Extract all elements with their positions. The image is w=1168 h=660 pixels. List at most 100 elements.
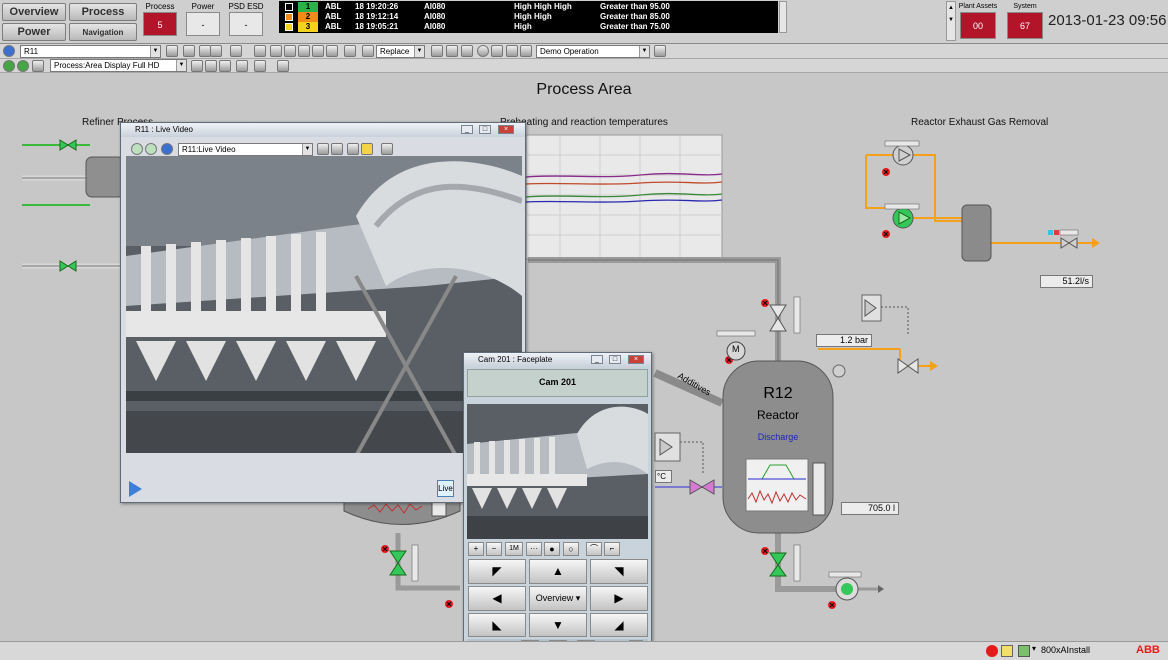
alarm-list-scrollbar[interactable] xyxy=(779,1,787,33)
process-alarm-indicator[interactable]: Process 5 xyxy=(139,1,181,43)
level-readout[interactable]: 705.0 l xyxy=(841,502,899,515)
back-arrow-icon[interactable] xyxy=(131,143,143,155)
object-icon[interactable] xyxy=(161,143,173,155)
object-icon[interactable] xyxy=(3,45,15,57)
pan-right-icon[interactable]: ▶ xyxy=(590,586,648,611)
close-icon[interactable]: × xyxy=(628,355,644,364)
help-icon[interactable] xyxy=(477,45,489,57)
video-display-combo[interactable]: R11:Live Video ▼ xyxy=(178,143,313,156)
pressure-readout[interactable]: 1.2 bar xyxy=(816,334,872,347)
alarm-status-icon[interactable] xyxy=(986,645,998,657)
pin-icon[interactable] xyxy=(277,60,289,72)
user-icon[interactable] xyxy=(1018,645,1030,657)
pan-down-right-icon[interactable]: ◢ xyxy=(590,613,648,637)
scroll-up-icon[interactable]: ▲ xyxy=(948,5,954,11)
back-icon[interactable] xyxy=(166,45,178,57)
link-icon[interactable] xyxy=(219,60,231,72)
ack-checkbox[interactable] xyxy=(285,13,293,21)
pan-down-left-icon[interactable]: ◣ xyxy=(468,613,526,637)
folder-icon[interactable] xyxy=(361,143,373,155)
go-icon[interactable] xyxy=(654,45,666,57)
forward-arrow-icon[interactable] xyxy=(17,60,29,72)
grid2-icon[interactable] xyxy=(270,45,282,57)
maximize-icon[interactable]: □ xyxy=(479,125,491,134)
zoom-out-icon[interactable]: − xyxy=(486,542,502,556)
ack-checkbox[interactable] xyxy=(285,3,293,11)
flow-readout[interactable]: 51.2l/s xyxy=(1040,275,1093,288)
plant-assets-indicator[interactable]: Plant Assets 00 xyxy=(957,1,999,43)
zoom-1m-button[interactable]: 1M xyxy=(505,542,523,556)
dropdown-arrow-icon[interactable]: ▾ xyxy=(1032,644,1036,653)
pan-down-icon[interactable]: ▼ xyxy=(529,613,587,637)
grid-icon[interactable] xyxy=(183,45,195,57)
status-scroll[interactable]: ▲ ▼ xyxy=(946,1,956,41)
pan-up-icon[interactable]: ▲ xyxy=(529,559,587,584)
ellipsis-icon[interactable]: ··· xyxy=(526,542,542,556)
pan-left-icon[interactable]: ◀ xyxy=(468,586,526,611)
trend-icon[interactable] xyxy=(284,45,296,57)
iris-close-icon[interactable]: ○ xyxy=(563,542,579,556)
alarm-icon[interactable] xyxy=(344,45,356,57)
list-icon[interactable] xyxy=(312,45,324,57)
temp-unit-readout[interactable]: °C xyxy=(655,470,672,483)
power-button[interactable]: Power xyxy=(2,23,66,41)
power-alarm-indicator[interactable]: Power - xyxy=(182,1,224,43)
scroll-down-icon[interactable]: ▼ xyxy=(948,17,954,23)
minimize-icon[interactable]: _ xyxy=(461,125,473,134)
live-button[interactable]: Live xyxy=(437,480,454,497)
reactor-discharge[interactable]: Discharge xyxy=(723,432,833,442)
back-arrow-icon[interactable] xyxy=(3,60,15,72)
bookmark-icon[interactable] xyxy=(191,60,203,72)
focus-icon[interactable]: ⌒ xyxy=(586,542,602,556)
edit-icon[interactable] xyxy=(317,143,329,155)
tools-icon[interactable] xyxy=(362,45,374,57)
window-titlebar[interactable]: Cam 201 : Faceplate xyxy=(464,353,651,367)
minimize-icon[interactable]: _ xyxy=(591,355,603,364)
forward-arrow-icon[interactable] xyxy=(145,143,157,155)
camera-icon[interactable] xyxy=(381,143,393,155)
pan-up-right-icon[interactable]: ◥ xyxy=(590,559,648,584)
process-button[interactable]: Process xyxy=(69,3,137,21)
faceplate-icon[interactable] xyxy=(326,45,338,57)
system-indicator[interactable]: System 67 xyxy=(1004,1,1046,43)
camera-icon[interactable] xyxy=(520,45,532,57)
navigation-display-button[interactable]: Navigation Display xyxy=(69,23,137,54)
display-combo[interactable]: Process:Area Display Full HD ▼ xyxy=(50,59,187,72)
zoom-in-icon[interactable]: + xyxy=(468,542,484,556)
print-icon[interactable] xyxy=(446,45,458,57)
link-icon[interactable] xyxy=(331,143,343,155)
alarm-row[interactable]: 3 ABL 18 19:05:21 AI080 High Greater tha… xyxy=(279,22,778,32)
info-icon[interactable] xyxy=(347,143,359,155)
psd-esd-alarm-indicator[interactable]: PSD ESD - xyxy=(225,1,267,43)
alarm-row[interactable]: 1 ABL 18 19:20:26 AI080 High High High G… xyxy=(279,2,778,12)
note-icon[interactable] xyxy=(1001,645,1013,657)
search-icon[interactable] xyxy=(254,45,266,57)
wiper-icon[interactable]: ⌐ xyxy=(604,542,620,556)
table-icon[interactable] xyxy=(298,45,310,57)
window-select-icon[interactable] xyxy=(254,60,266,72)
image-icon[interactable] xyxy=(210,45,222,57)
overview-button[interactable]: Overview xyxy=(2,3,66,21)
reactor-tag[interactable]: R12 xyxy=(723,385,833,403)
play-icon[interactable] xyxy=(129,481,142,497)
ack-checkbox[interactable] xyxy=(285,23,293,31)
layout-icon[interactable] xyxy=(491,45,503,57)
iris-open-icon[interactable]: ● xyxy=(544,542,560,556)
alarm-list[interactable]: 1 ABL 18 19:20:26 AI080 High High High G… xyxy=(279,1,778,33)
replace-combo[interactable]: Replace ▼ xyxy=(376,45,425,58)
close-icon[interactable]: × xyxy=(498,125,514,134)
window-icon[interactable] xyxy=(431,45,443,57)
preset-select[interactable]: Overview ▾ xyxy=(529,586,587,611)
motor-label[interactable]: M xyxy=(732,344,740,354)
alarm-row[interactable]: 2 ABL 18 19:12:14 AI080 High High Greate… xyxy=(279,12,778,22)
maximize-icon[interactable]: □ xyxy=(609,355,621,364)
info-icon[interactable] xyxy=(236,60,248,72)
workplace-combo[interactable]: Demo Operation ▼ xyxy=(536,45,650,58)
edit-icon[interactable] xyxy=(205,60,217,72)
filter-icon[interactable] xyxy=(506,45,518,57)
pan-up-left-icon[interactable]: ◤ xyxy=(468,559,526,584)
cam-faceplate-window[interactable]: Cam 201 : Faceplate _ □ × Cam 201 + − 1M… xyxy=(463,352,652,658)
object-combo[interactable]: R11 ▼ xyxy=(20,45,161,58)
chart-icon[interactable] xyxy=(230,45,242,57)
car-icon[interactable] xyxy=(32,60,44,72)
